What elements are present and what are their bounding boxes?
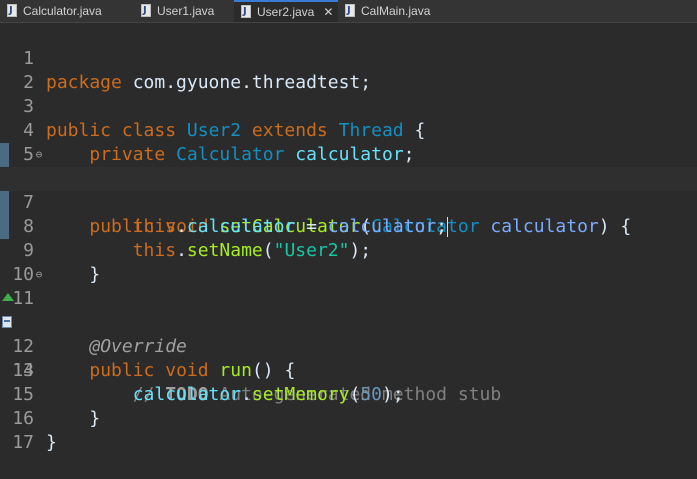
- code-line-12[interactable]: 12 public void run() {: [0, 287, 697, 381]
- code-line-7[interactable]: 7 this.calculator = calculator;: [0, 167, 697, 237]
- code-line-14[interactable]: 14 calculator.setMemory(50);: [0, 335, 697, 405]
- fold-collapse-icon[interactable]: ⊖: [34, 143, 44, 167]
- code-line-13[interactable]: 13 // TODO Auto-generated method stub: [0, 311, 697, 405]
- code-line-6[interactable]: 6 ⊖ public void setCalculator(Calculator…: [0, 143, 697, 237]
- close-icon[interactable]: ✕: [323, 5, 333, 19]
- tab-calmain-java[interactable]: CalMain.java: [338, 0, 448, 22]
- tab-label: User2.java: [257, 5, 315, 19]
- code-line-16[interactable]: 16 }: [0, 383, 697, 453]
- code-line-1[interactable]: 1 package com.gyuone.threadtest;: [0, 23, 697, 93]
- code-line-8[interactable]: 8 this.setName("User2");: [0, 191, 697, 261]
- java-file-icon: [240, 5, 252, 19]
- tab-label: Calculator.java: [23, 4, 102, 18]
- code-line-15[interactable]: 15 }: [0, 359, 697, 429]
- java-file-icon: [140, 4, 152, 18]
- java-file-icon: [344, 4, 356, 18]
- override-marker-icon[interactable]: [2, 293, 14, 301]
- brace: }: [46, 432, 57, 453]
- code-line-11[interactable]: 11 ⊖ @Override: [0, 263, 697, 357]
- tab-label: User1.java: [157, 4, 215, 18]
- code-line-4[interactable]: 4 private Calculator calculator;: [0, 95, 697, 165]
- code-line-9[interactable]: 9 }: [0, 215, 697, 285]
- code-line-10[interactable]: 10: [0, 239, 697, 285]
- code-line-5[interactable]: 5: [0, 119, 697, 165]
- fold-collapse-icon[interactable]: ⊖: [34, 263, 44, 287]
- code-line-17[interactable]: 17: [0, 407, 697, 453]
- task-marker-icon[interactable]: [2, 316, 12, 328]
- java-file-icon: [6, 4, 18, 18]
- tab-user1-java[interactable]: User1.java: [134, 0, 234, 22]
- code-line-3[interactable]: 3 public class User2 extends Thread {: [0, 71, 697, 141]
- line-number: 17: [12, 432, 34, 453]
- tab-calculator-java[interactable]: Calculator.java: [0, 0, 134, 22]
- code-editor[interactable]: 1 package com.gyuone.threadtest; 2 3 pub…: [0, 23, 697, 456]
- tab-label: CalMain.java: [361, 4, 431, 18]
- tab-user2-java[interactable]: User2.java ✕: [234, 0, 338, 22]
- code-line-2[interactable]: 2: [0, 47, 697, 93]
- editor-tab-bar: Calculator.java User1.java User2.java ✕ …: [0, 0, 697, 23]
